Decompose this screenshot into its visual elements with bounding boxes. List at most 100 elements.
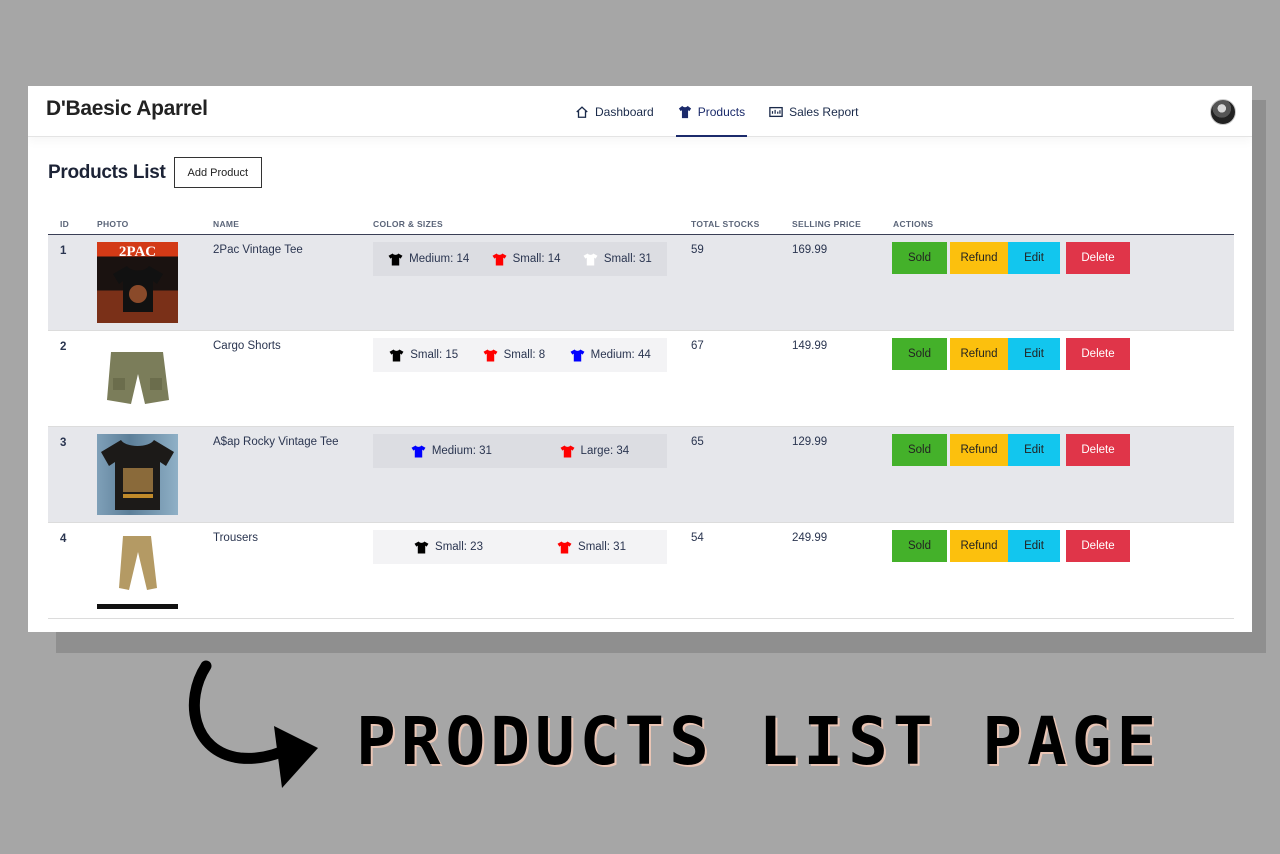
size-text: Small: 15 — [410, 349, 459, 361]
sold-button[interactable]: Sold — [892, 530, 947, 562]
edit-button[interactable]: Edit — [1008, 530, 1060, 562]
size-text: Small: 31 — [603, 253, 652, 265]
product-id: 4 — [60, 533, 67, 545]
tshirt-icon — [560, 444, 575, 458]
list-header: Products List Add Product — [48, 157, 263, 188]
col-photo: PHOTO — [97, 219, 129, 229]
sold-button[interactable]: Sold — [892, 338, 947, 370]
row-actions: Sold Refund Edit Delete — [892, 530, 1130, 562]
size-text: Medium: 31 — [431, 445, 492, 457]
product-id: 3 — [60, 437, 67, 449]
total-stocks: 65 — [691, 436, 704, 448]
size-chip: Small: 31 — [557, 540, 626, 554]
refund-button[interactable]: Refund — [950, 434, 1008, 466]
sold-button[interactable]: Sold — [892, 242, 947, 274]
size-text: Small: 31 — [578, 541, 626, 553]
row-actions: Sold Refund Edit Delete — [892, 242, 1130, 274]
product-id: 2 — [60, 341, 67, 353]
size-chip: Small: 14 — [492, 252, 561, 266]
size-chip: Medium: 14 — [388, 252, 470, 266]
tshirt-icon — [557, 540, 572, 554]
size-text: Small: 23 — [435, 541, 483, 553]
brand-logo[interactable]: D'Baesic Aparrel — [46, 97, 208, 121]
edit-button[interactable]: Edit — [1008, 434, 1060, 466]
size-chip: Large: 34 — [560, 444, 629, 458]
col-price: SELLING PRICE — [792, 219, 862, 229]
row-actions: Sold Refund Edit Delete — [892, 434, 1130, 466]
size-text: Medium: 44 — [590, 349, 651, 361]
size-chip: Small: 31 — [583, 252, 652, 266]
size-chip: Small: 8 — [483, 348, 546, 362]
trousers-photo — [97, 530, 178, 611]
col-actions: ACTIONS — [893, 219, 934, 229]
2pac-tee-photo: 2PAC 2PAC — [97, 242, 178, 323]
color-sizes: Medium: 14 Small: 14 Small: 31 — [373, 242, 667, 276]
tshirt-icon — [678, 105, 691, 118]
cargo-shorts-photo — [97, 338, 178, 419]
size-chip: Medium: 44 — [570, 348, 651, 362]
delete-button[interactable]: Delete — [1066, 338, 1130, 370]
size-chip: Small: 15 — [389, 348, 459, 362]
tshirt-icon — [492, 252, 507, 266]
nav-dashboard[interactable]: Dashboard — [563, 86, 666, 137]
tshirt-icon — [583, 252, 598, 266]
size-text: Medium: 14 — [409, 253, 470, 265]
product-id: 1 — [60, 245, 67, 257]
col-stock: TOTAL STOCKS — [691, 219, 760, 229]
edit-button[interactable]: Edit — [1008, 242, 1060, 274]
tshirt-icon — [483, 348, 498, 362]
products-table: ID PHOTO NAME COLOR & SIZES TOTAL STOCKS… — [48, 214, 1234, 619]
navbar: D'Baesic Aparrel Dashboard Products Sale… — [28, 86, 1252, 137]
nav-products-label: Products — [697, 104, 746, 119]
app-window: D'Baesic Aparrel Dashboard Products Sale… — [28, 86, 1252, 632]
table-row: 2 Cargo Shorts Small: 15 Small: 8 Medium… — [48, 331, 1234, 427]
refund-button[interactable]: Refund — [950, 242, 1008, 274]
tshirt-icon — [414, 540, 429, 554]
total-stocks: 59 — [691, 244, 704, 256]
size-chip: Small: 23 — [414, 540, 483, 554]
add-product-button[interactable]: Add Product — [173, 157, 263, 188]
nav-sales-report[interactable]: Sales Report — [757, 86, 870, 137]
product-name: 2Pac Vintage Tee — [213, 244, 303, 256]
tshirt-icon — [411, 444, 426, 458]
product-name: A$ap Rocky Vintage Tee — [213, 436, 339, 448]
nav-products[interactable]: Products — [666, 86, 757, 137]
table-header: ID PHOTO NAME COLOR & SIZES TOTAL STOCKS… — [48, 214, 1234, 235]
delete-button[interactable]: Delete — [1066, 434, 1130, 466]
page-title: Products List — [48, 161, 166, 183]
delete-button[interactable]: Delete — [1066, 530, 1130, 562]
tshirt-icon — [388, 252, 403, 266]
col-name: NAME — [213, 219, 240, 229]
refund-button[interactable]: Refund — [950, 338, 1008, 370]
col-sizes: COLOR & SIZES — [373, 219, 444, 229]
nav-sales-report-label: Sales Report — [789, 104, 859, 119]
nav-links: Dashboard Products Sales Report — [563, 86, 870, 137]
color-sizes: Small: 23 Small: 31 — [373, 530, 667, 564]
avatar[interactable] — [1210, 99, 1236, 125]
report-icon — [769, 106, 783, 117]
color-sizes: Medium: 31 Large: 34 — [373, 434, 667, 468]
size-text: Small: 8 — [503, 349, 546, 361]
edit-button[interactable]: Edit — [1008, 338, 1060, 370]
total-stocks: 54 — [691, 532, 704, 544]
tshirt-icon — [570, 348, 585, 362]
color-sizes: Small: 15 Small: 8 Medium: 44 — [373, 338, 667, 372]
tshirt-icon — [389, 348, 404, 362]
refund-button[interactable]: Refund — [950, 530, 1008, 562]
page-caption: PRODUCTS LIST PAGE — [356, 703, 1162, 780]
product-name: Trousers — [213, 532, 258, 544]
product-name: Cargo Shorts — [213, 340, 281, 352]
size-text: Small: 14 — [512, 253, 561, 265]
home-icon — [576, 105, 588, 118]
nav-dashboard-label: Dashboard — [595, 104, 654, 119]
table-row: 4 Trousers Small: 23 Small: 31 54 249.99… — [48, 523, 1234, 619]
selling-price: 149.99 — [792, 340, 828, 352]
sold-button[interactable]: Sold — [892, 434, 947, 466]
total-stocks: 67 — [691, 340, 704, 352]
delete-button[interactable]: Delete — [1066, 242, 1130, 274]
table-row: 1 2PAC 2PAC 2Pac Vintage Tee Medium: 14 … — [48, 235, 1234, 331]
selling-price: 169.99 — [792, 244, 828, 256]
row-actions: Sold Refund Edit Delete — [892, 338, 1130, 370]
col-id: ID — [60, 219, 70, 229]
table-row: 3 A$ap Rocky Vintage Tee Medium: 31 Larg… — [48, 427, 1234, 523]
